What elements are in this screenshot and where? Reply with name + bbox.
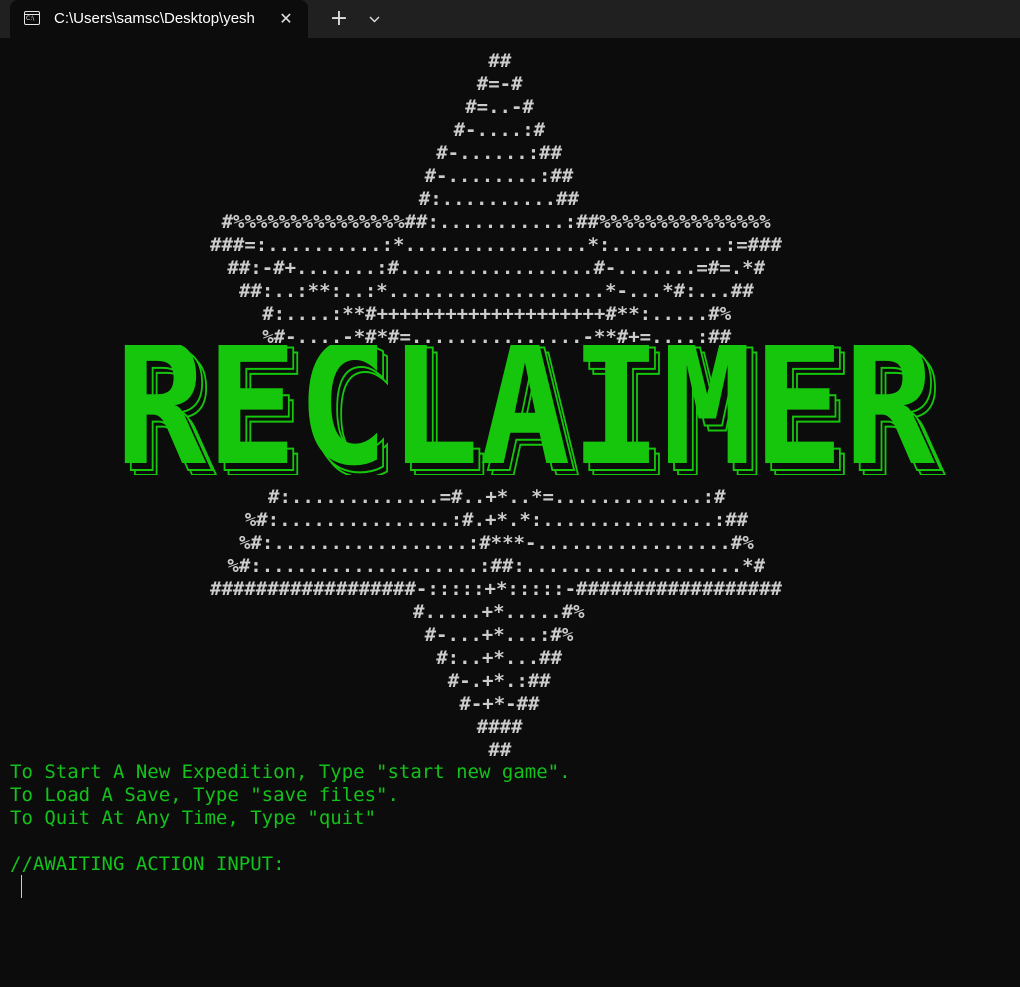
ascii-art-text: #%%%%%%%%%%%%%%%##:...........:##%%%%%%%…: [221, 211, 771, 233]
chevron-down-icon[interactable]: [362, 5, 386, 33]
ascii-art-row: %#:.................:#***-..............…: [10, 532, 1010, 555]
ascii-art-row: %#:...............:#.+*.*:..............…: [10, 509, 1010, 532]
ascii-art-row: ###=:..........:*................*:.....…: [10, 234, 1010, 257]
ascii-art-text: #-.+*.:##: [447, 670, 551, 692]
ascii-art-text: ##################-:::::+*:::::-########…: [210, 578, 782, 600]
ascii-art-row: #-......:##: [10, 142, 1010, 165]
reclaimer-logo: RECLAIMER RECLAIMER RECLAIMER: [115, 345, 947, 475]
ascii-art-text: #=-#: [476, 73, 523, 95]
ascii-art-row: ##: [10, 739, 1010, 762]
ascii-art-row: #=-#: [10, 73, 1010, 96]
tab-title: C:\Users\samsc\Desktop\yesh: [54, 10, 255, 27]
text-cursor[interactable]: [21, 875, 22, 898]
menu-load-line: To Load A Save, Type "save files".: [10, 784, 399, 806]
ascii-art-row: #-+*-##: [10, 693, 1010, 716]
ascii-art-row: %#:...................:##:..............…: [10, 555, 1010, 578]
ascii-art-row: ##################-:::::+*:::::-########…: [10, 578, 1010, 601]
ascii-art-text: #:....:**#++++++++++++++++++++#**:.....#…: [262, 303, 732, 325]
ascii-art-row: #:....:**#++++++++++++++++++++#**:.....#…: [10, 303, 1010, 326]
tab-bar: C:\ C:\Users\samsc\Desktop\yesh ✕ +: [0, 0, 1020, 38]
ascii-art-row: #:..........##: [10, 188, 1010, 211]
ascii-art-row: #=..-#: [10, 96, 1010, 119]
ascii-art-text: ##: [488, 50, 512, 72]
ascii-art-text: ####: [476, 716, 523, 738]
ascii-art-text: #-......:##: [436, 142, 563, 164]
ascii-art-text: #-....:#: [453, 119, 546, 141]
ascii-art-text: #:..+*...##: [436, 647, 563, 669]
new-tab-button[interactable]: +: [325, 5, 353, 33]
ascii-art-row: #:.............=#..+*..*=.............:#: [10, 486, 1010, 509]
ascii-art-text: #=..-#: [465, 96, 534, 118]
ascii-art-row: #-........:##: [10, 165, 1010, 188]
ascii-art-row: #:..+*...##: [10, 647, 1010, 670]
menu-start-line: To Start A New Expedition, Type "start n…: [10, 761, 571, 783]
ascii-art-row: ##:..:**:..:*...................*-...*#:…: [10, 280, 1010, 303]
ascii-art-text: %#:...............:#.+*.*:..............…: [244, 509, 749, 531]
close-icon[interactable]: ✕: [276, 9, 296, 29]
menu-quit-line: To Quit At Any Time, Type "quit": [10, 807, 377, 829]
ascii-art-row: #.....+*.....#%: [10, 601, 1010, 624]
ascii-art-row: ##:-#+.......:#.................#-......…: [10, 257, 1010, 280]
ascii-art-text: #-...+*...:#%: [424, 624, 574, 646]
ascii-art-text: %#:.................:#***-..............…: [239, 532, 754, 554]
ascii-art-text: ##:..:**:..:*...................*-...*#:…: [239, 280, 754, 302]
terminal-icon: C:\: [24, 11, 40, 25]
ascii-art-row: ##: [10, 50, 1010, 73]
ascii-art-row: #-...+*...:#%: [10, 624, 1010, 647]
terminal-tab[interactable]: C:\ C:\Users\samsc\Desktop\yesh ✕: [10, 0, 308, 38]
ascii-art-row: #-....:#: [10, 119, 1010, 142]
logo-main: RECLAIMER: [115, 345, 936, 475]
ascii-art-row: #%%%%%%%%%%%%%%%##:...........:##%%%%%%%…: [10, 211, 1010, 234]
ascii-art-text: #-........:##: [424, 165, 574, 187]
ascii-art-text: #:..........##: [418, 188, 579, 210]
ascii-art-text: ##: [488, 739, 512, 761]
ascii-art-text: #:.............=#..+*..*=.............:#: [268, 486, 726, 508]
ascii-art-text: #-+*-##: [459, 693, 540, 715]
ascii-art-row: ####: [10, 716, 1010, 739]
ascii-art-text: ###=:..........:*................*:.....…: [210, 234, 782, 256]
ascii-art-text: #.....+*.....#%: [413, 601, 585, 623]
ascii-art-text: ##:-#+.......:#.................#-......…: [227, 257, 766, 279]
awaiting-input-prompt: //AWAITING ACTION INPUT:: [10, 853, 285, 875]
ascii-art-row: #-.+*.:##: [10, 670, 1010, 693]
ascii-art-text: %#:...................:##:..............…: [227, 555, 766, 577]
